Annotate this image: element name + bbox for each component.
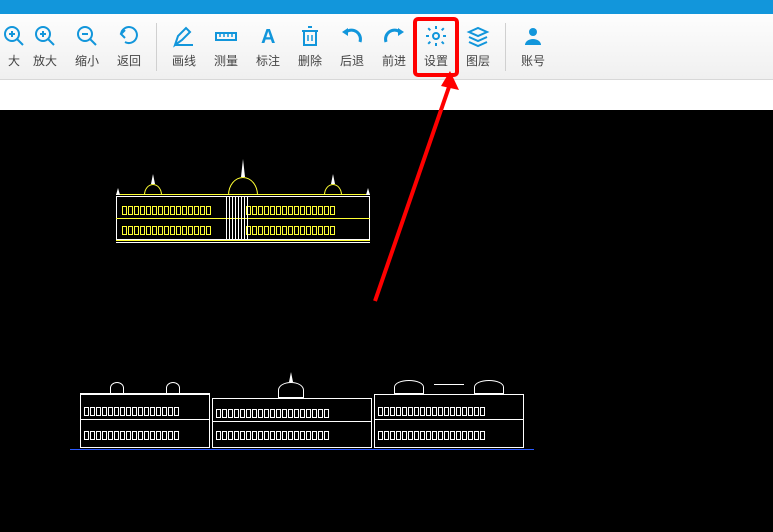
delete-label: 删除 [298,52,322,69]
undo-icon [340,24,364,48]
back-label: 返回 [117,52,141,69]
zoom-in-label: 放大 [33,52,57,69]
layers-label: 图层 [466,52,490,69]
settings-button[interactable]: 设置 [415,19,457,75]
settings-label: 设置 [424,52,448,69]
text-a-icon: A [256,24,280,48]
annotate-button[interactable]: A 标注 [247,19,289,75]
account-button[interactable]: 账号 [512,19,554,75]
measure-label: 测量 [214,52,238,69]
delete-button[interactable]: 删除 [289,19,331,75]
building-elevation-bottom [80,370,524,450]
building-elevation-top [116,145,370,243]
draw-line-button[interactable]: 画线 [163,19,205,75]
zoom-in-icon [2,24,26,48]
pencil-icon [172,24,196,48]
zoom-out-icon [75,24,99,48]
draw-line-label: 画线 [172,52,196,69]
zoom-out-button[interactable]: 缩小 [66,19,108,75]
gear-icon [424,24,448,48]
redo-icon [382,24,406,48]
drawing-canvas[interactable] [0,110,773,532]
zoom-fit-button[interactable]: 大 [4,19,24,75]
layers-icon [466,24,490,48]
svg-text:A: A [261,26,275,48]
user-icon [521,24,545,48]
zoom-out-label: 缩小 [75,52,99,69]
window-titlebar [0,0,773,14]
undo-label: 后退 [340,52,364,69]
undo-button[interactable]: 后退 [331,19,373,75]
toolbar-separator [156,23,157,71]
layers-button[interactable]: 图层 [457,19,499,75]
account-label: 账号 [521,52,545,69]
back-button[interactable]: 返回 [108,19,150,75]
measure-button[interactable]: 测量 [205,19,247,75]
zoom-in-button[interactable]: 放大 [24,19,66,75]
toolbar-separator [505,23,506,71]
annotate-label: 标注 [256,52,280,69]
redo-label: 前进 [382,52,406,69]
redo-button[interactable]: 前进 [373,19,415,75]
return-icon [117,24,141,48]
main-toolbar: 大 放大 缩小 返回 画线 测量 A 标注 删除 [0,14,773,80]
trash-icon [298,24,322,48]
ruler-icon [214,24,238,48]
zoom-in-icon [33,24,57,48]
zoom-fit-label: 大 [8,52,20,69]
